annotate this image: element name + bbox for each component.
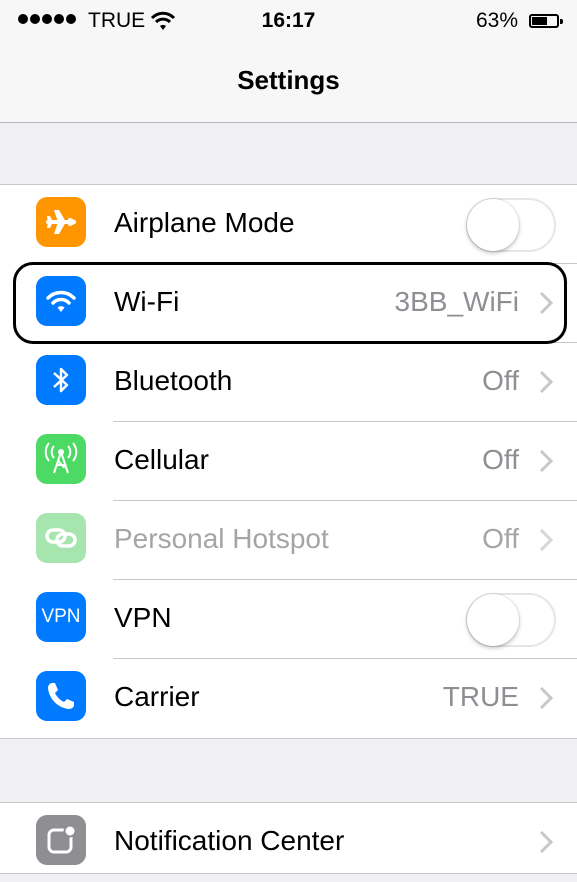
vpn-toggle[interactable] — [466, 593, 556, 647]
hotspot-link-icon — [36, 513, 86, 563]
chevron-right-icon — [539, 528, 553, 552]
vpn-icon: VPN — [36, 592, 86, 642]
battery-icon — [529, 14, 563, 28]
chevron-right-icon — [539, 370, 553, 394]
settings-row-notification-center[interactable]: Notification Center — [0, 803, 577, 882]
battery-percent: 63% — [476, 9, 519, 32]
settings-row-personal-hotspot[interactable]: Personal Hotspot Off — [0, 501, 577, 580]
row-label: Notification Center — [114, 825, 345, 856]
settings-row-cellular[interactable]: Cellular Off — [0, 422, 577, 501]
settings-group-notifications: Notification Center — [0, 802, 577, 874]
settings-row-bluetooth[interactable]: Bluetooth Off — [0, 343, 577, 422]
row-label: Carrier — [114, 681, 200, 712]
row-label: Personal Hotspot — [114, 523, 329, 554]
row-value: TRUE — [442, 681, 519, 712]
airplane-icon — [36, 197, 86, 247]
row-value: Off — [482, 523, 519, 554]
phone-icon — [36, 671, 86, 721]
navigation-bar: TRUE 16:17 63% Settings — [0, 0, 577, 123]
settings-row-vpn[interactable]: VPN VPN — [0, 580, 577, 659]
page-title: Settings — [237, 65, 340, 95]
chevron-right-icon — [539, 686, 553, 710]
settings-row-airplane-mode[interactable]: Airplane Mode — [0, 185, 577, 264]
cellular-antenna-icon — [36, 434, 86, 484]
wifi-row-highlight — [13, 262, 567, 344]
row-value: Off — [482, 444, 519, 475]
chevron-right-icon — [539, 830, 553, 854]
row-value: Off — [482, 365, 519, 396]
notification-center-icon — [36, 815, 86, 865]
row-label: Bluetooth — [114, 365, 233, 396]
airplane-mode-toggle[interactable] — [466, 198, 556, 252]
row-label: Cellular — [114, 444, 209, 475]
chevron-right-icon — [539, 449, 553, 473]
status-bar: TRUE 16:17 63% — [0, 0, 577, 44]
row-label: VPN — [114, 602, 172, 633]
bluetooth-icon — [36, 355, 86, 405]
row-label: Airplane Mode — [114, 207, 295, 238]
settings-row-carrier[interactable]: Carrier TRUE — [0, 659, 577, 738]
